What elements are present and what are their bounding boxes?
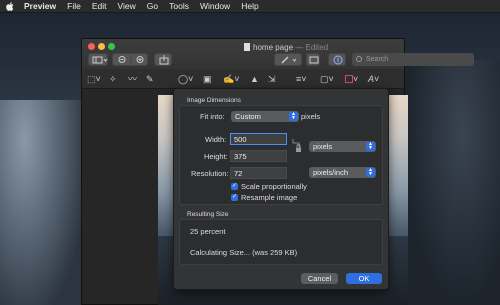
sign-icon[interactable]: ✍˅ <box>223 73 239 85</box>
close-window-button[interactable] <box>88 43 95 50</box>
rotate-button[interactable] <box>306 53 320 66</box>
lock-icon[interactable] <box>292 139 306 153</box>
height-label: Height: <box>204 152 228 161</box>
markup-icon <box>333 55 343 65</box>
size-unit-value: pixels <box>313 142 333 151</box>
desktop-wallpaper-right <box>405 60 500 305</box>
fit-into-label: Fit into: <box>200 112 225 121</box>
fit-into-value: Custom <box>235 112 261 121</box>
markup-toolbar-button[interactable] <box>328 53 346 66</box>
search-placeholder: Search <box>366 56 389 63</box>
resample-image-checkbox[interactable]: ✓ <box>231 194 238 201</box>
resample-image-label: Resample image <box>241 193 298 202</box>
menu-edit[interactable]: Edit <box>92 1 107 11</box>
ok-button[interactable]: OK <box>346 273 382 284</box>
draw-icon[interactable]: ✎ <box>146 73 154 85</box>
fill-color-icon[interactable]: ˅ <box>345 73 358 85</box>
scale-proportionally-label: Scale proportionally <box>241 182 307 191</box>
share-button[interactable] <box>154 53 172 66</box>
fit-into-unit: pixels <box>301 112 321 121</box>
document-icon <box>244 43 250 51</box>
menu-view[interactable]: View <box>118 1 136 11</box>
size-unit-select[interactable]: pixels ▲ ▼ <box>309 141 376 152</box>
markup-pen-button[interactable] <box>274 53 302 66</box>
fit-into-select[interactable]: Custom ▲ ▼ <box>231 111 299 122</box>
border-color-icon[interactable]: ▢˅ <box>320 73 334 85</box>
shape-style-icon[interactable]: ≡˅ <box>296 73 307 85</box>
menu-tools[interactable]: Tools <box>169 1 189 11</box>
adjust-color-icon[interactable]: ▲ <box>250 73 259 85</box>
scale-proportionally-checkbox[interactable]: ✓ <box>231 183 238 190</box>
sidebar-view-button[interactable] <box>88 53 108 66</box>
chevron-updown-icon: ▲ ▼ <box>289 112 298 121</box>
cancel-button[interactable]: Cancel <box>301 273 338 284</box>
text-tool-icon[interactable]: ▣ <box>203 73 212 85</box>
search-icon <box>356 56 362 62</box>
menu-bar: Preview File Edit View Go Tools Window H… <box>0 0 500 13</box>
minimize-window-button[interactable] <box>98 43 105 50</box>
menu-go[interactable]: Go <box>147 1 158 11</box>
resulting-size-section <box>179 219 383 265</box>
text-style-icon[interactable]: A˅ <box>368 73 379 85</box>
adjust-size-icon[interactable]: ⇲ <box>268 73 276 85</box>
image-dimensions-header: Image Dimensions <box>187 97 241 104</box>
resolution-unit-value: pixels/inch <box>313 168 349 177</box>
apple-icon[interactable] <box>6 1 14 11</box>
markup-toolbar: ⬚˅ ✧ 〰 ✎ ◯˅ ▣ ✍˅ ▲ ⇲ ≡˅ ▢˅ ˅ A˅ <box>82 69 404 89</box>
resolution-unit-select[interactable]: pixels/inch ▲ ▼ <box>309 167 376 178</box>
pen-icon <box>281 56 297 64</box>
window-titlebar: home page — Edited Search <box>82 39 474 69</box>
width-label: Width: <box>205 135 227 144</box>
shapes-icon[interactable]: ◯˅ <box>178 73 193 85</box>
result-percent: 25 percent <box>190 227 226 236</box>
height-field[interactable]: 375 <box>230 150 287 162</box>
zoom-out-zoom-in-icon <box>118 55 144 65</box>
menu-help[interactable]: Help <box>241 1 258 11</box>
window-title: home page — Edited <box>244 43 328 52</box>
zoom-controls[interactable] <box>112 53 148 66</box>
chevron-updown-icon: ▲ ▼ <box>366 168 375 177</box>
sidebar-icon <box>92 56 108 64</box>
rotate-icon <box>309 56 319 64</box>
resolution-field[interactable]: 72 <box>230 167 287 179</box>
fill-color-swatch <box>345 75 353 83</box>
menu-file[interactable]: File <box>67 1 81 11</box>
width-field[interactable]: 500 <box>230 133 287 145</box>
desktop-wallpaper-left <box>0 100 82 305</box>
search-input[interactable]: Search <box>352 53 474 66</box>
share-icon <box>159 55 169 65</box>
menu-window[interactable]: Window <box>200 1 230 11</box>
resolution-label: Resolution: <box>191 169 229 178</box>
edited-status: — Edited <box>295 43 329 52</box>
result-size: Calculating Size... (was 259 KB) <box>190 248 298 257</box>
menu-app-preview[interactable]: Preview <box>24 1 56 11</box>
resulting-size-header: Resulting Size <box>187 211 229 218</box>
sketch-icon[interactable]: 〰 <box>128 73 137 85</box>
zoom-window-button[interactable] <box>108 43 115 50</box>
instant-alpha-icon[interactable]: ✧ <box>109 73 117 85</box>
window-title-text: home page <box>253 43 294 52</box>
selection-tool-icon[interactable]: ⬚˅ <box>87 73 101 85</box>
chevron-updown-icon: ▲ ▼ <box>366 142 375 151</box>
